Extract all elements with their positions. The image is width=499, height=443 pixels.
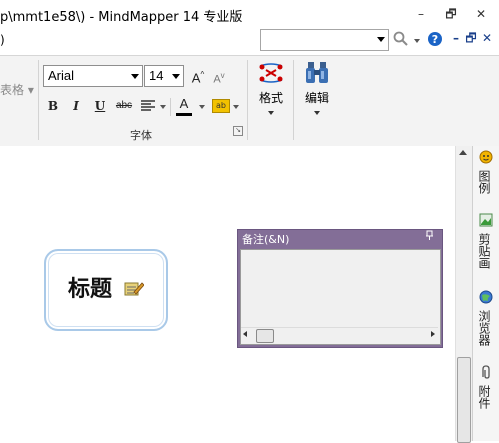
search-icon[interactable] <box>393 31 409 51</box>
topic-title: 标题 <box>68 276 113 302</box>
notes-panel-title: 备注(&N) <box>242 233 290 246</box>
mdi-close-button[interactable]: ✕ <box>476 30 498 46</box>
chevron-down-icon <box>131 74 139 79</box>
clipart-icon <box>479 213 493 227</box>
note-edit-icon[interactable] <box>124 279 145 300</box>
shrink-font-button[interactable]: Av <box>210 67 228 86</box>
ribbon-separator <box>38 60 39 140</box>
font-size-combo[interactable]: 14 <box>144 65 184 87</box>
italic-button[interactable]: I <box>68 97 84 115</box>
legend-icon <box>479 150 493 164</box>
dock-tab-attachment[interactable]: 附件 <box>476 365 496 409</box>
menu-row <box>0 30 499 52</box>
font-color-dropdown-icon[interactable] <box>199 105 205 109</box>
close-button[interactable]: ✕ <box>470 6 492 22</box>
scroll-left-icon[interactable] <box>243 331 247 337</box>
font-color-swatch <box>176 113 192 116</box>
window-title: p\mmt1e58\) - MindMapper 14 专业版 <box>0 10 243 25</box>
align-dropdown-icon[interactable] <box>160 105 166 109</box>
menu-fragment: ) <box>0 33 5 47</box>
scroll-up-icon[interactable] <box>459 150 467 155</box>
font-color-icon: A <box>179 96 189 111</box>
svg-text:?: ? <box>432 33 438 46</box>
highlight-button[interactable]: ab <box>212 99 230 113</box>
strikethrough-button[interactable]: abc <box>114 97 134 115</box>
search-combo[interactable] <box>260 29 389 51</box>
chevron-down-icon <box>377 37 385 42</box>
vertical-scroll-thumb[interactable] <box>457 357 471 443</box>
browser-icon <box>479 290 493 304</box>
ribbon-separator <box>293 60 294 140</box>
font-name-value: Arial <box>48 68 75 83</box>
format-icon <box>259 63 283 83</box>
dock-tab-legend[interactable]: 图例 <box>476 150 496 194</box>
font-group-label: 字体 <box>130 129 152 142</box>
underline-button[interactable]: U <box>92 97 108 115</box>
dock-tab-label: 附件 <box>477 385 491 409</box>
format-label: 格式 <box>258 91 283 105</box>
dock-tab-label: 图例 <box>477 170 491 194</box>
align-icon[interactable] <box>140 98 156 117</box>
dock-tab-label: 浏览器 <box>477 310 491 346</box>
scroll-right-icon[interactable] <box>431 331 435 337</box>
restore-button[interactable]: 🗗 <box>440 6 462 22</box>
chevron-down-icon <box>314 111 320 115</box>
chevron-down-icon <box>268 111 274 115</box>
highlight-dropdown-icon[interactable] <box>233 105 239 109</box>
notes-scroll-thumb[interactable] <box>256 329 274 343</box>
dock-tab-browser[interactable]: 浏览器 <box>476 290 496 346</box>
ribbon-separator <box>247 60 248 140</box>
font-size-value: 14 <box>149 68 164 83</box>
grow-font-button[interactable]: A^ <box>189 66 207 85</box>
dock-tab-label: 剪贴画 <box>477 233 491 269</box>
font-name-combo[interactable]: Arial <box>43 65 143 87</box>
binoculars-icon <box>306 62 328 83</box>
minimize-button[interactable]: – <box>410 6 432 22</box>
table-button-fragment[interactable]: 表格 ▾ <box>0 81 34 98</box>
font-color-button[interactable]: A <box>176 95 192 116</box>
attachment-icon <box>482 365 490 379</box>
pin-icon[interactable] <box>425 230 435 243</box>
font-dialog-launcher[interactable]: ↘ <box>233 126 243 136</box>
search-dropdown-icon[interactable] <box>414 39 420 43</box>
ribbon-separator <box>170 98 171 116</box>
help-icon[interactable]: ? <box>427 31 443 51</box>
edit-label: 编辑 <box>304 91 329 105</box>
chevron-down-icon <box>172 74 180 79</box>
edit-button[interactable]: 编辑 <box>300 60 334 120</box>
dock-tab-clipart[interactable]: 剪贴画 <box>476 213 496 269</box>
shrink-font-icon: A <box>213 73 221 86</box>
format-button[interactable]: 格式 <box>254 60 288 120</box>
bold-button[interactable]: B <box>45 97 61 115</box>
